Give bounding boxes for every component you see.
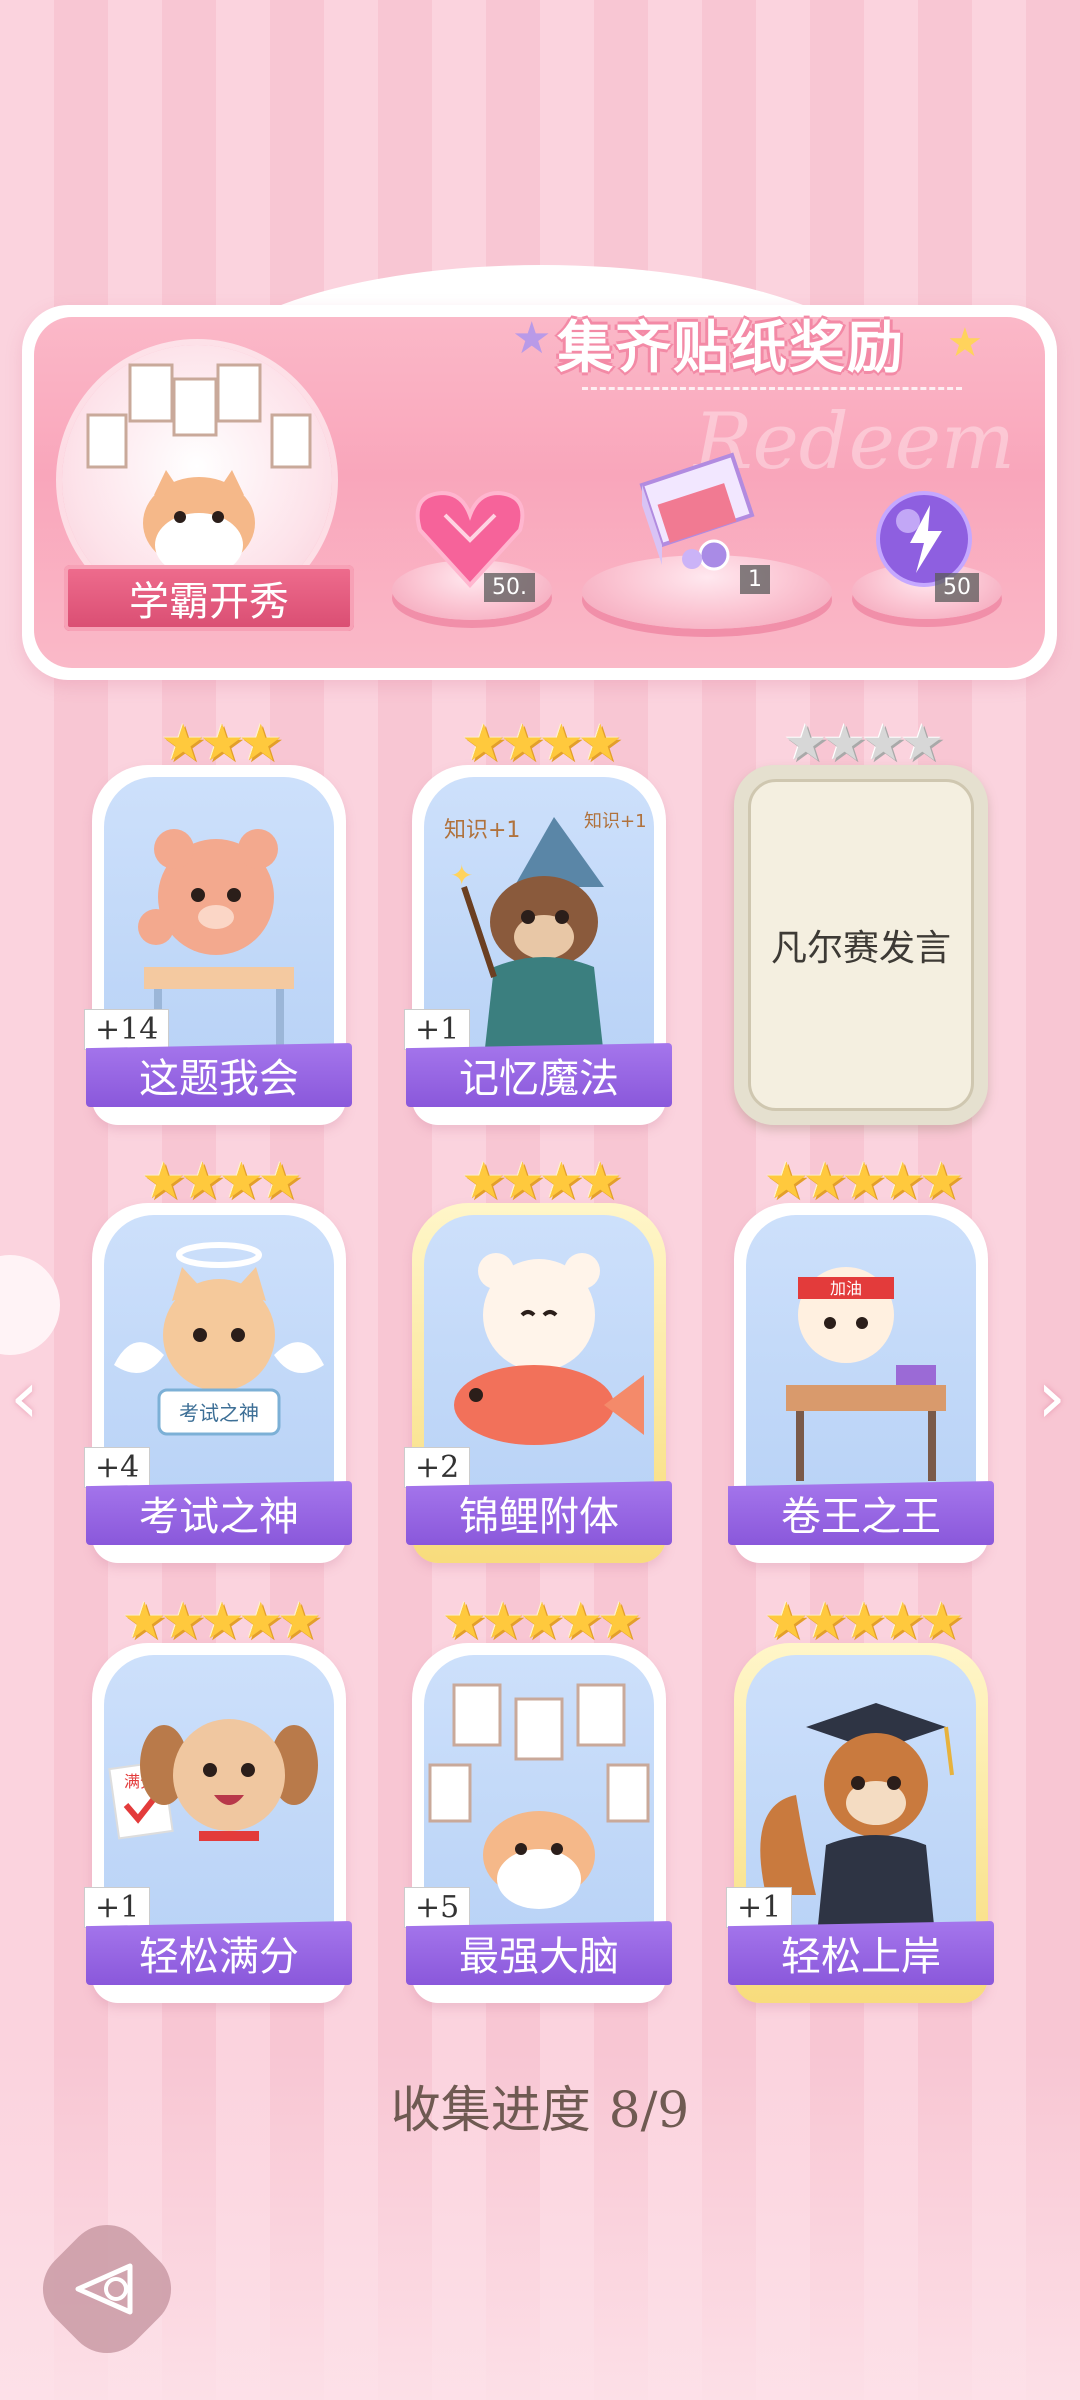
card-label: 轻松上岸: [728, 1921, 994, 1985]
count-badge: +4: [84, 1447, 151, 1488]
star-rating: ★★★★: [461, 1152, 622, 1210]
sticker-card[interactable]: ★★★★★ +1 轻松上岸: [726, 1592, 994, 2003]
card-label: 记忆魔法: [406, 1043, 672, 1107]
art-text: 知识+1: [584, 811, 647, 832]
count-badge: +1: [726, 1887, 793, 1928]
medal-label: 学霸开秀: [64, 565, 354, 631]
star-rating: ★★★★★: [121, 1592, 322, 1650]
sticker-card[interactable]: ★★★★ 考试之神 +4 考试之神: [84, 1152, 352, 1563]
star-rating: ★★★★★: [763, 1592, 964, 1650]
svg-text:✦: ✦: [450, 859, 473, 892]
star-rating: ★★★★★: [441, 1592, 642, 1650]
star-rating: ★★★★: [141, 1152, 302, 1210]
reward-count: 50: [935, 573, 979, 602]
side-menu-tab[interactable]: [0, 1255, 60, 1355]
title-divider: [582, 383, 962, 390]
locked-card-label: 凡尔赛发言: [748, 779, 974, 1111]
sticker-card[interactable]: ★★★★ +2 锦鲤附体: [404, 1152, 672, 1563]
star-rating: ★★★★: [783, 714, 944, 772]
back-icon[interactable]: [70, 2252, 144, 2326]
card-label: 考试之神: [86, 1481, 352, 1545]
star-rating: ★★★★★: [763, 1152, 964, 1210]
collection-progress: 收集进度 8/9: [0, 2070, 1080, 2142]
art-text: 知识+1: [444, 818, 520, 843]
card-label: 轻松满分: [86, 1921, 352, 1985]
card-label: 卷王之王: [728, 1481, 994, 1545]
star-icon: ★: [947, 320, 983, 366]
count-badge: +1: [404, 1009, 471, 1050]
sticker-card[interactable]: ★★★★★ +5 最强大脑: [404, 1592, 672, 2003]
sticker-card[interactable]: ★★★★★ 满分 +1 轻松满分: [84, 1592, 352, 2003]
sticker-card[interactable]: ★★★★★ 加油 卷王之王: [728, 1152, 994, 1563]
cat-studying-illustration: 加油: [746, 1215, 976, 1515]
count-badge: +14: [84, 1009, 170, 1050]
progress-label: 收集进度: [390, 2081, 591, 2139]
progress-value: 8/9: [608, 2081, 690, 2139]
star-rating: ★★★★: [461, 714, 622, 772]
sticker-card[interactable]: ★★★ +14 这题我会: [84, 714, 352, 1125]
reward-banner[interactable]: Redeem ★ 集齐贴纸奖励 ★ 学霸开秀 50. 1 50: [22, 265, 1057, 680]
art-text: 考试之神: [179, 1401, 259, 1425]
banner-title: 集齐贴纸奖励: [557, 315, 905, 381]
chevron-right-icon[interactable]: ›: [1037, 1355, 1066, 1439]
chevron-left-icon[interactable]: ‹: [10, 1355, 39, 1439]
locked-sticker-card[interactable]: ★★★★ 凡尔赛发言: [734, 714, 988, 1125]
gift-box-icon[interactable]: [622, 445, 772, 579]
card-label: 最强大脑: [406, 1921, 672, 1985]
count-badge: +1: [84, 1887, 151, 1928]
reward-count: 1: [740, 565, 770, 594]
star-icon: ★: [512, 313, 552, 364]
count-badge: +5: [404, 1887, 471, 1928]
count-badge: +2: [404, 1447, 471, 1488]
reward-count: 50.: [484, 573, 535, 602]
card-label: 锦鲤附体: [406, 1481, 672, 1545]
card-label: 这题我会: [86, 1043, 352, 1107]
art-text: 加油: [830, 1279, 862, 1298]
sticker-card[interactable]: ★★★★ 知识+1 知识+1 ✦ +1 记忆魔法: [404, 714, 672, 1125]
star-rating: ★★★: [160, 714, 283, 772]
